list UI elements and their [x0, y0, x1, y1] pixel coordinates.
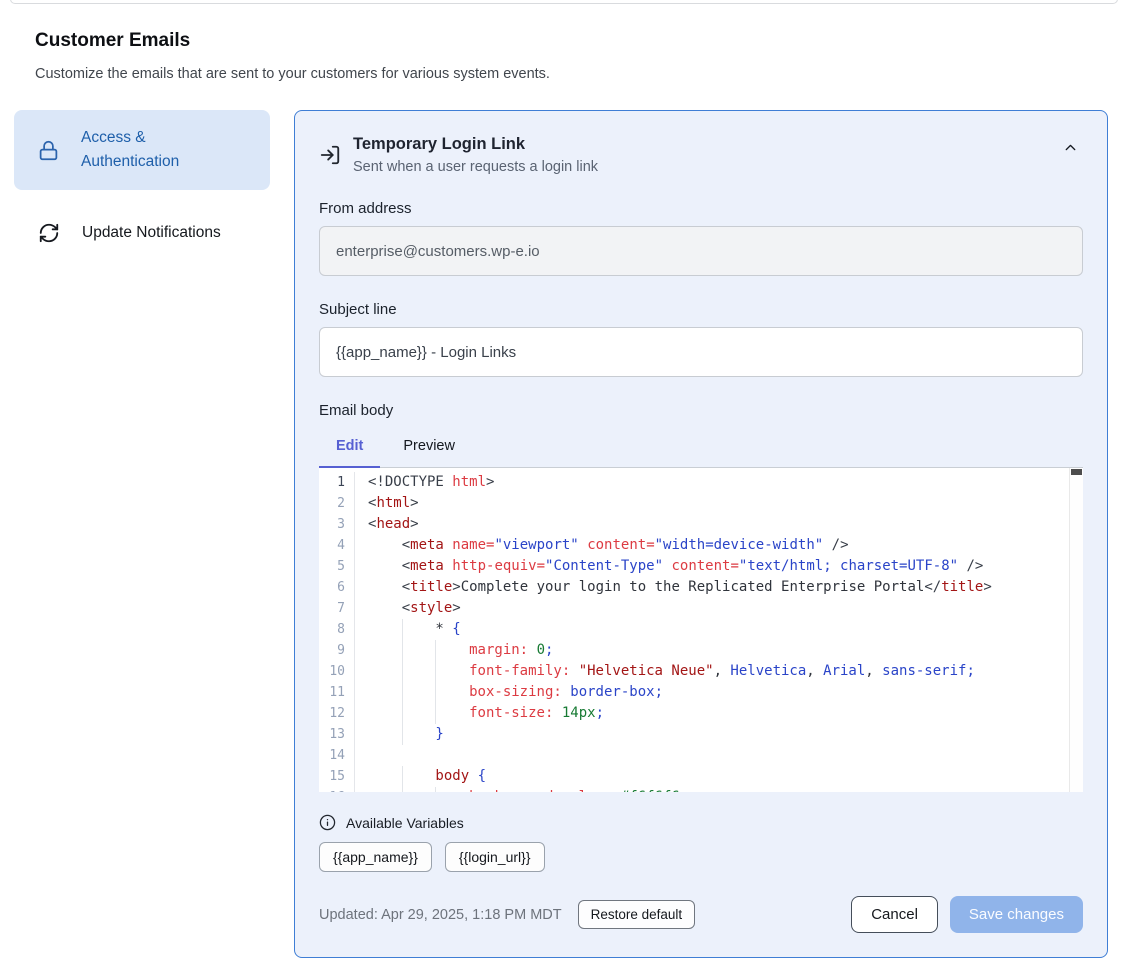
page-subtitle: Customize the emails that are sent to yo…	[35, 66, 1093, 82]
code-line: 3<head>	[319, 514, 1083, 535]
available-variables-label: Available Variables	[346, 815, 464, 831]
sidebar-item-label: Access & Authentication	[81, 126, 213, 174]
code-line: 8* {	[319, 619, 1083, 640]
sidebar-item-access-authentication[interactable]: Access & Authentication	[14, 110, 270, 190]
save-changes-button[interactable]: Save changes	[950, 896, 1083, 933]
variable-chip-login-url[interactable]: {{login_url}}	[445, 842, 545, 872]
tab-preview[interactable]: Preview	[386, 428, 472, 467]
code-line: 4<meta name="viewport" content="width=de…	[319, 535, 1083, 556]
code-line: 15body {	[319, 766, 1083, 787]
code-line: 6<title>Complete your login to the Repli…	[319, 577, 1083, 598]
variable-chips: {{app_name}} {{login_url}}	[319, 842, 1083, 872]
sidebar-item-update-notifications[interactable]: Update Notifications	[14, 207, 270, 259]
editor-scrollbar-thumb[interactable]	[1071, 469, 1082, 475]
available-variables-header: Available Variables	[319, 814, 1083, 831]
email-body-label: Email body	[319, 402, 1083, 419]
panel-footer: Updated: Apr 29, 2025, 1:18 PM MDT Resto…	[319, 896, 1083, 933]
restore-default-button[interactable]: Restore default	[578, 900, 696, 929]
panel-header: Temporary Login Link Sent when a user re…	[319, 135, 1083, 175]
page-title: Customer Emails	[35, 30, 1093, 52]
chevron-up-icon	[1062, 139, 1079, 156]
subject-line-label: Subject line	[319, 301, 1083, 318]
code-line: 7<style>	[319, 598, 1083, 619]
info-icon	[319, 814, 336, 831]
code-line: 10font-family: "Helvetica Neue", Helveti…	[319, 661, 1083, 682]
sidebar: Access & Authentication Update Notificat…	[14, 110, 270, 259]
email-settings-panel: Temporary Login Link Sent when a user re…	[294, 110, 1108, 958]
from-address-label: From address	[319, 200, 1083, 217]
variable-chip-app-name[interactable]: {{app_name}}	[319, 842, 432, 872]
previous-card-edge	[10, 0, 1118, 4]
page-header: Customer Emails Customize the emails tha…	[35, 30, 1093, 82]
code-line: 14	[319, 745, 1083, 766]
editor-scrollbar[interactable]	[1069, 468, 1083, 792]
cancel-button[interactable]: Cancel	[851, 896, 938, 933]
code-line: 12font-size: 14px;	[319, 703, 1083, 724]
collapse-button[interactable]	[1060, 137, 1081, 158]
updated-timestamp: Updated: Apr 29, 2025, 1:18 PM MDT	[319, 907, 562, 923]
from-address-input[interactable]	[319, 226, 1083, 276]
log-in-icon	[319, 144, 341, 166]
code-lines: 1<!DOCTYPE html>2<html>3<head>4<meta nam…	[319, 468, 1083, 792]
code-line: 9margin: 0;	[319, 640, 1083, 661]
code-line: 11box-sizing: border-box;	[319, 682, 1083, 703]
code-line: 16background-color: #f6f6f6;	[319, 787, 1083, 792]
code-line: 1<!DOCTYPE html>	[319, 472, 1083, 493]
sidebar-item-label: Update Notifications	[82, 221, 221, 245]
code-line: 2<html>	[319, 493, 1083, 514]
code-line: 13}	[319, 724, 1083, 745]
panel-subtitle: Sent when a user requests a login link	[353, 159, 598, 175]
tab-edit[interactable]: Edit	[319, 428, 380, 467]
code-line: 5<meta http-equiv="Content-Type" content…	[319, 556, 1083, 577]
panel-title: Temporary Login Link	[353, 135, 598, 154]
code-editor[interactable]: 1<!DOCTYPE html>2<html>3<head>4<meta nam…	[319, 468, 1083, 792]
editor-tabs: Edit Preview	[319, 428, 1083, 468]
refresh-icon	[38, 222, 60, 244]
subject-line-input[interactable]	[319, 327, 1083, 377]
lock-icon	[38, 140, 59, 161]
